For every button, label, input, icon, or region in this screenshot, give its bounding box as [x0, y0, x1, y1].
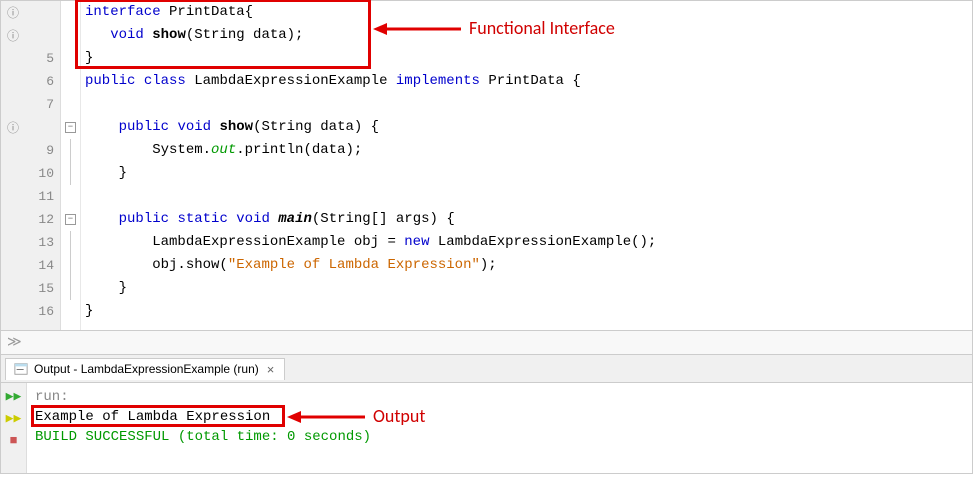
annotation-label: Output — [373, 405, 425, 427]
rerun-button[interactable]: ▶▶ — [5, 387, 23, 405]
output-line: run: — [35, 387, 964, 407]
line-number: 12 — [1, 208, 60, 231]
output-toolbar: ▶▶ ▶▶ ■ — [1, 383, 27, 473]
code-area[interactable]: ⓘ ⓘ 5 6 7 ⓘ 9 10 11 12 13 14 15 16 − − — [1, 1, 972, 330]
stop-button[interactable]: ■ — [5, 431, 23, 449]
output-console[interactable]: run: Example of Lambda Expression BUILD … — [27, 383, 972, 473]
info-icon: ⓘ — [7, 4, 19, 21]
code-line: public static void main(String[] args) { — [81, 208, 972, 231]
line-number: 16 — [1, 300, 60, 323]
code-line — [81, 93, 972, 116]
code-line: } — [81, 277, 972, 300]
close-icon[interactable]: × — [265, 362, 277, 377]
info-icon: ⓘ — [7, 119, 19, 136]
line-number: 5 — [1, 47, 60, 70]
rerun-alt-button[interactable]: ▶▶ — [5, 409, 23, 427]
annotation-label: Functional Interface — [469, 17, 615, 39]
output-line: Example of Lambda Expression — [35, 407, 964, 427]
code-line: public class LambdaExpressionExample imp… — [81, 70, 972, 93]
output-tabbar: Output - LambdaExpressionExample (run) × — [1, 355, 972, 383]
info-icon: ⓘ — [7, 27, 19, 44]
code-editor-pane: ⓘ ⓘ 5 6 7 ⓘ 9 10 11 12 13 14 15 16 − − — [0, 0, 973, 355]
output-tab[interactable]: Output - LambdaExpressionExample (run) × — [5, 358, 285, 380]
line-number: 15 — [1, 277, 60, 300]
code-line: } — [81, 300, 972, 323]
line-number: 10 — [1, 162, 60, 185]
output-tab-title: Output - LambdaExpressionExample (run) — [34, 362, 259, 376]
code-text-area[interactable]: interface PrintData{ void show(String da… — [81, 1, 972, 330]
breadcrumb-bar[interactable]: ≫ — [1, 330, 972, 354]
line-number: 14 — [1, 254, 60, 277]
fold-toggle-icon[interactable]: − — [65, 214, 76, 225]
output-line: BUILD SUCCESSFUL (total time: 0 seconds) — [35, 427, 964, 447]
terminal-icon — [14, 362, 28, 376]
code-line: obj.show("Example of Lambda Expression")… — [81, 254, 972, 277]
line-number: 7 — [1, 93, 60, 116]
line-number: 11 — [1, 185, 60, 208]
line-number: 9 — [1, 139, 60, 162]
code-line — [81, 185, 972, 208]
code-line: System.out.println(data); — [81, 139, 972, 162]
line-number: 13 — [1, 231, 60, 254]
chevron-right-icon: ≫ — [7, 334, 22, 351]
code-line: } — [81, 47, 972, 70]
line-number: 6 — [1, 70, 60, 93]
output-pane: Output - LambdaExpressionExample (run) ×… — [0, 355, 973, 474]
fold-column: − − — [61, 1, 81, 330]
code-line: LambdaExpressionExample obj = new Lambda… — [81, 231, 972, 254]
code-line: } — [81, 162, 972, 185]
line-number-gutter: ⓘ ⓘ 5 6 7 ⓘ 9 10 11 12 13 14 15 16 — [1, 1, 61, 330]
fold-toggle-icon[interactable]: − — [65, 122, 76, 133]
code-line: public void show(String data) { — [81, 116, 972, 139]
